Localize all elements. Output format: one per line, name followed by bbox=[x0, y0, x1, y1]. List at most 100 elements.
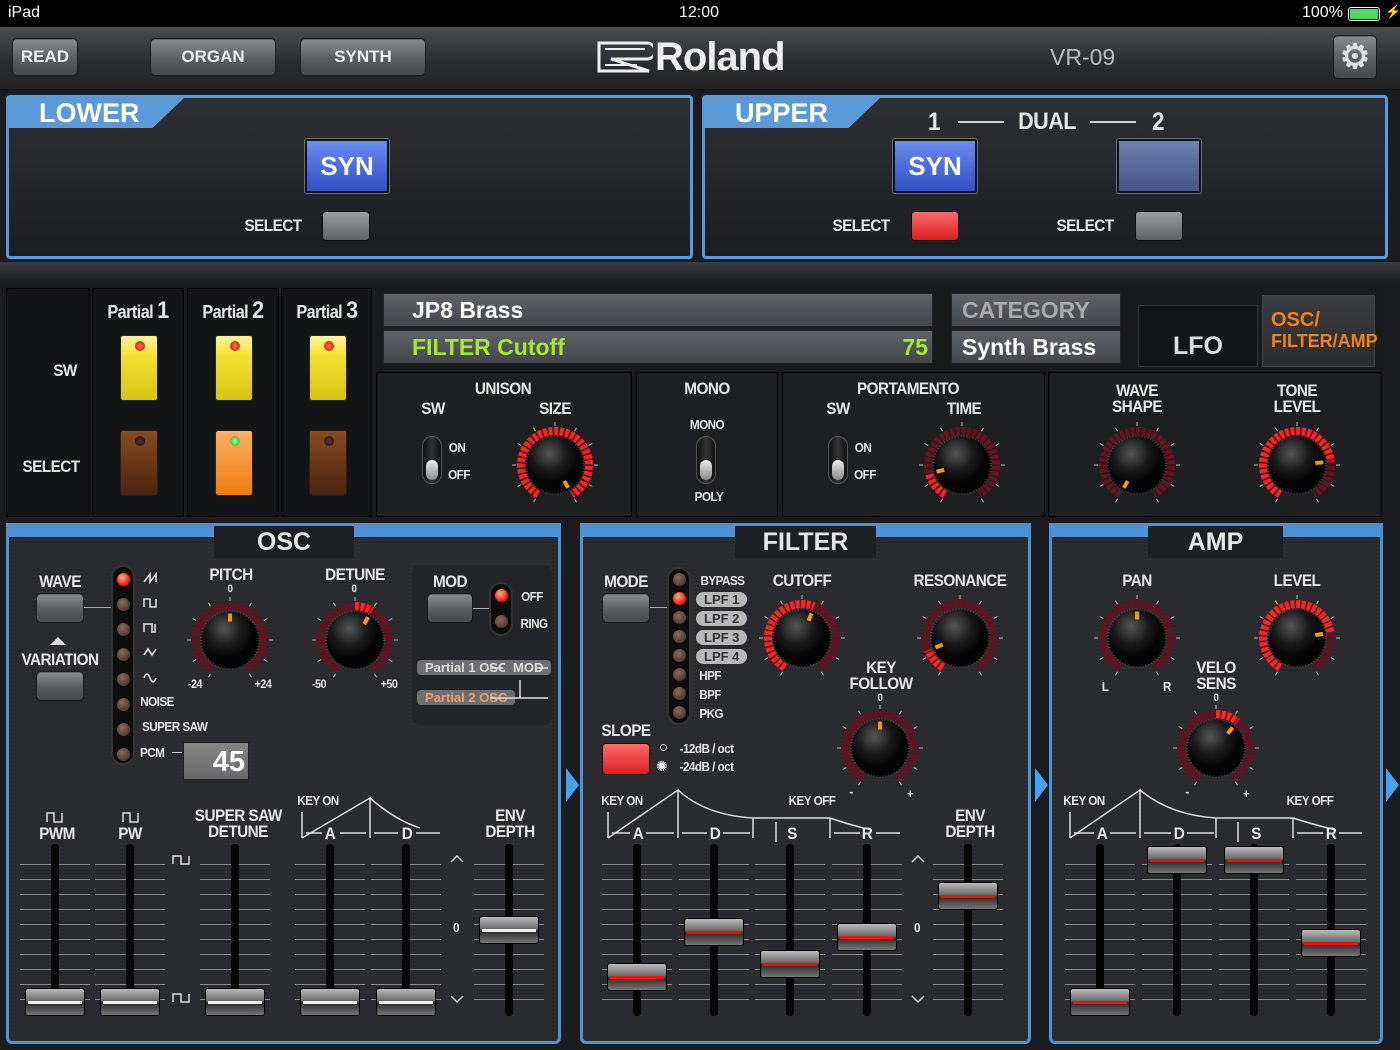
slider-thumb[interactable] bbox=[100, 988, 160, 1016]
filter-release-slider[interactable] bbox=[832, 844, 902, 1016]
variation-button[interactable] bbox=[36, 671, 84, 701]
mod-button[interactable] bbox=[427, 593, 473, 623]
organ-button[interactable]: ORGAN bbox=[150, 38, 276, 76]
slider-thumb[interactable] bbox=[837, 922, 897, 951]
tab-lfo[interactable]: LFO bbox=[1138, 305, 1258, 367]
pitch-min-label: -24 bbox=[187, 677, 203, 691]
filter-decay-slider[interactable] bbox=[679, 844, 749, 1016]
slider-thumb[interactable] bbox=[760, 950, 820, 979]
partial-3-select-button[interactable] bbox=[309, 430, 347, 496]
slider-thumb[interactable] bbox=[684, 918, 744, 947]
filter-env-depth-slider[interactable] bbox=[933, 844, 1003, 1016]
upper2-tone-button[interactable] bbox=[1117, 139, 1201, 193]
wave-led-column bbox=[111, 565, 135, 765]
partial-sw-led bbox=[135, 341, 145, 351]
wave-shape-line2: SHAPE bbox=[1111, 397, 1163, 416]
filter-mode-option[interactable]: BPF bbox=[699, 688, 721, 701]
partial-select-label: SELECT bbox=[22, 457, 80, 476]
slider-thumb[interactable] bbox=[938, 882, 998, 911]
filter-mode-option[interactable]: LPF 1 bbox=[696, 592, 748, 607]
wave-button[interactable] bbox=[36, 593, 84, 623]
mod-ring-label: RING bbox=[520, 616, 548, 631]
mod-pill: MOD bbox=[505, 660, 552, 675]
pcm-number-display[interactable]: 45 bbox=[183, 742, 249, 780]
settings-gear-icon[interactable]: ⚙ bbox=[1333, 35, 1377, 79]
divider bbox=[0, 262, 1400, 284]
slider-thumb[interactable] bbox=[1224, 845, 1284, 874]
filter-mode-option[interactable]: LPF 4 bbox=[696, 649, 748, 664]
upper1-select-button[interactable] bbox=[911, 211, 959, 241]
mod-off-label: OFF bbox=[521, 589, 543, 604]
slope-button[interactable] bbox=[602, 743, 650, 775]
slider-thumb[interactable] bbox=[1301, 928, 1361, 957]
knob-pointer bbox=[1314, 631, 1324, 638]
pwm-slider[interactable] bbox=[20, 844, 90, 1016]
cutoff-knob[interactable] bbox=[758, 594, 846, 687]
super-saw-detune-slider[interactable] bbox=[200, 844, 270, 1016]
filter-mode-option[interactable]: LPF 3 bbox=[696, 630, 748, 645]
partial-1-sw-button[interactable] bbox=[120, 335, 158, 401]
filter-mode-option[interactable]: PKG bbox=[699, 707, 723, 720]
partial-3-sw-button[interactable] bbox=[309, 335, 347, 401]
lower-select-button[interactable] bbox=[322, 211, 370, 241]
read-button[interactable]: READ bbox=[12, 38, 78, 76]
mono-label: MONO bbox=[689, 417, 725, 432]
unison-size-knob[interactable] bbox=[511, 421, 599, 514]
pan-left-label: L bbox=[1101, 679, 1109, 694]
filter-sustain-slider[interactable] bbox=[755, 844, 825, 1016]
tone-level-knob[interactable] bbox=[1253, 421, 1341, 514]
amp-title: AMP bbox=[1148, 526, 1283, 558]
slider-thumb[interactable] bbox=[376, 988, 436, 1016]
pitch-knob[interactable] bbox=[186, 596, 274, 689]
filter-title: FILTER bbox=[735, 526, 876, 558]
upper1-select-label: SELECT bbox=[832, 216, 890, 235]
category-display[interactable]: Synth Brass bbox=[951, 330, 1121, 364]
filter-mode-option[interactable]: HPF bbox=[699, 669, 721, 682]
osc-attack-slider[interactable] bbox=[295, 844, 365, 1016]
amp-decay-slider[interactable] bbox=[1142, 844, 1212, 1016]
partial-2-sw-button[interactable] bbox=[215, 335, 253, 401]
synth-button[interactable]: SYNTH bbox=[300, 38, 426, 76]
knob-graphic bbox=[187, 597, 273, 678]
slider-thumb[interactable] bbox=[1070, 988, 1130, 1016]
amp-sustain-slider[interactable] bbox=[1219, 844, 1289, 1016]
filter-attack-slider[interactable] bbox=[602, 844, 672, 1016]
upper2-select-button[interactable] bbox=[1135, 211, 1183, 241]
osc-env-depth-slider[interactable] bbox=[474, 844, 544, 1016]
slider-thumb[interactable] bbox=[205, 988, 265, 1016]
filter-mode-led bbox=[673, 592, 686, 605]
detune-knob[interactable] bbox=[311, 596, 399, 689]
filter-mode-option[interactable]: LPF 2 bbox=[696, 611, 748, 626]
amp-attack-slider[interactable] bbox=[1065, 844, 1135, 1016]
unison-switch[interactable] bbox=[422, 436, 442, 484]
slider-thumb[interactable] bbox=[300, 988, 360, 1016]
mono-poly-switch[interactable] bbox=[696, 436, 716, 484]
portamento-switch[interactable] bbox=[828, 436, 848, 484]
level-knob[interactable] bbox=[1253, 594, 1341, 687]
slope-12db-label: -12dB / oct bbox=[679, 741, 734, 756]
slider-thumb[interactable] bbox=[1147, 845, 1207, 874]
slider-thumb[interactable] bbox=[25, 988, 85, 1016]
amp-release-slider[interactable] bbox=[1296, 844, 1366, 1016]
knob-pointer bbox=[934, 642, 944, 650]
portamento-time-knob[interactable] bbox=[918, 421, 1006, 514]
slider-thumb[interactable] bbox=[607, 963, 667, 992]
pan-knob[interactable] bbox=[1093, 594, 1181, 687]
amp-key-on-label: KEY ON bbox=[1063, 793, 1105, 808]
amp-attack-label: A bbox=[1096, 824, 1108, 843]
upper1-tone-syn-button[interactable]: SYN bbox=[893, 139, 977, 193]
resonance-knob[interactable] bbox=[916, 594, 1004, 687]
filter-mode-option[interactable]: BYPASS bbox=[700, 574, 745, 587]
knob-body bbox=[1186, 718, 1246, 778]
slider-thumb[interactable] bbox=[479, 915, 539, 944]
filter-mode-button[interactable] bbox=[602, 593, 650, 623]
osc-decay-slider[interactable] bbox=[371, 844, 441, 1016]
wave-pcm-label: PCM bbox=[140, 745, 165, 760]
tab-osc-filter-amp[interactable]: OSC/ FILTER/AMP bbox=[1262, 295, 1378, 367]
lower-tone-syn-button[interactable]: SYN bbox=[305, 139, 389, 193]
partial-1-select-button[interactable] bbox=[120, 430, 158, 496]
pw-slider[interactable] bbox=[95, 844, 165, 1016]
wave-shape-knob[interactable] bbox=[1093, 421, 1181, 514]
partial-2-select-button[interactable] bbox=[215, 430, 253, 496]
knob-body bbox=[1267, 435, 1327, 495]
